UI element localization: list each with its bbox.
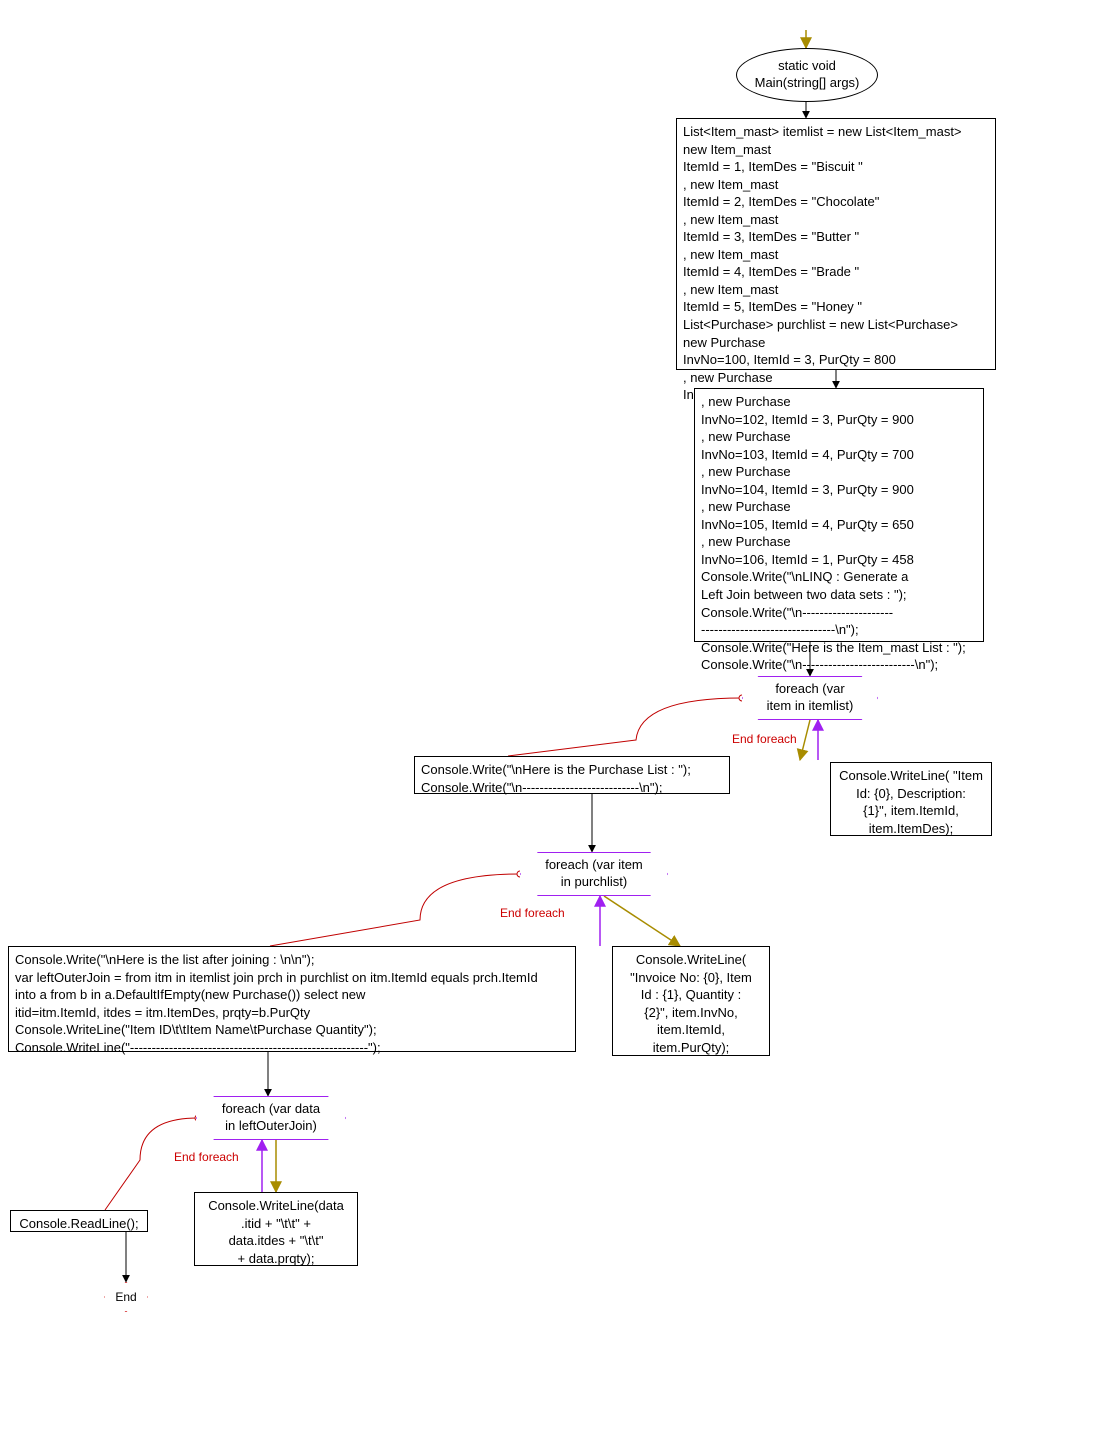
foreach-leftouterjoin: foreach (var data in leftOuterJoin): [196, 1096, 346, 1140]
end-foreach-label-3: End foreach: [174, 1150, 239, 1164]
end-node: End: [104, 1282, 148, 1312]
foreach-purchlist-label: foreach (var item in purchlist): [535, 857, 653, 891]
code-block-1: List<Item_mast> itemlist = new List<Item…: [676, 118, 996, 370]
end-foreach-label-2: End foreach: [500, 906, 565, 920]
write-purchase-header: Console.Write("\nHere is the Purchase Li…: [414, 756, 730, 794]
writeline-purchase: Console.WriteLine( "Invoice No: {0}, Ite…: [612, 946, 770, 1056]
writeline-join: Console.WriteLine(data .itid + "\t\t" + …: [194, 1192, 358, 1266]
start-label: static void Main(string[] args): [755, 58, 860, 92]
end-label: End: [115, 1290, 136, 1304]
readline-block: Console.ReadLine();: [10, 1210, 148, 1232]
code-block-2: , new Purchase InvNo=102, ItemId = 3, Pu…: [694, 388, 984, 642]
start-node: static void Main(string[] args): [736, 48, 878, 102]
foreach-purchlist: foreach (var item in purchlist): [520, 852, 668, 896]
join-block: Console.Write("\nHere is the list after …: [8, 946, 576, 1052]
foreach-itemlist-label: foreach (var item in itemlist): [757, 681, 864, 715]
foreach-leftouterjoin-label: foreach (var data in leftOuterJoin): [212, 1101, 330, 1135]
writeline-item: Console.WriteLine( "Item Id: {0}, Descri…: [830, 762, 992, 836]
foreach-itemlist: foreach (var item in itemlist): [742, 676, 878, 720]
end-foreach-label-1: End foreach: [732, 732, 797, 746]
